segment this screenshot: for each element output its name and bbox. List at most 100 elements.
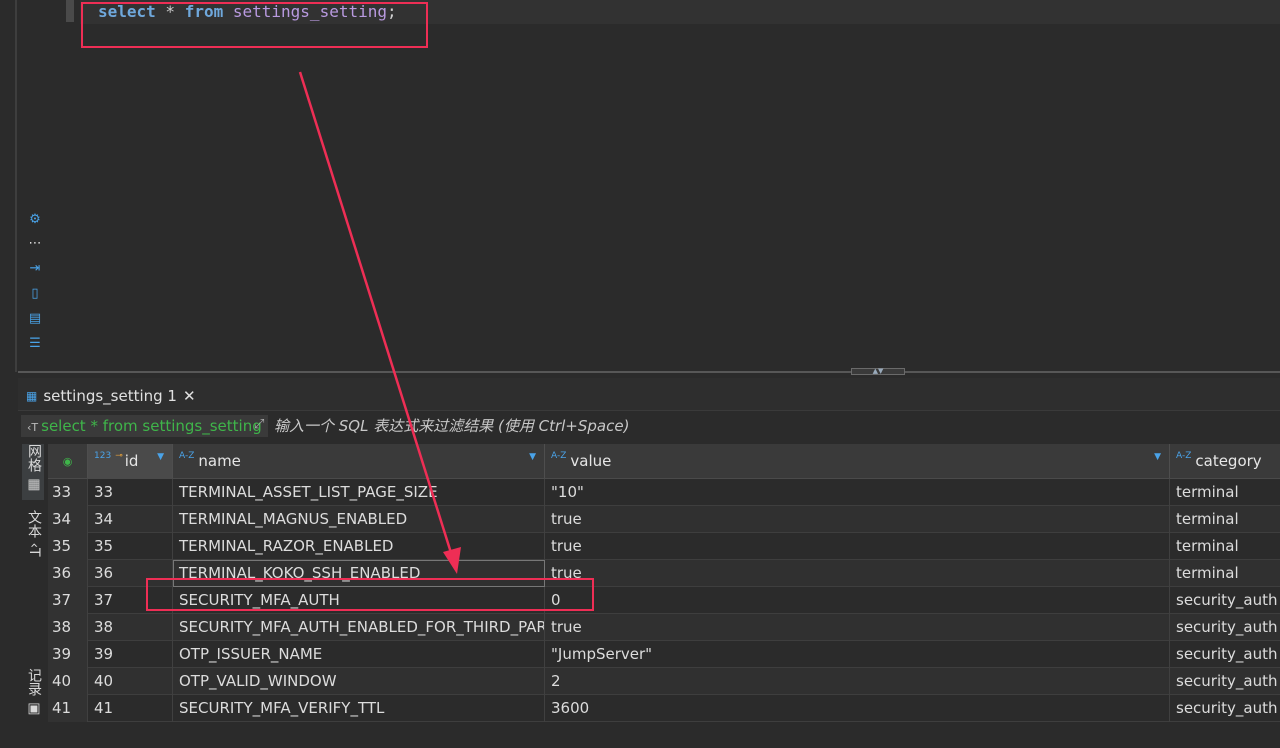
cell-name[interactable]: OTP_ISSUER_NAME	[173, 641, 545, 668]
status-bar	[0, 738, 1280, 748]
column-header-id[interactable]: 123 ⊸ id ▼	[88, 444, 173, 478]
table-row[interactable]: 34 34 TERMINAL_MAGNUS_ENABLED true terminal	[48, 506, 1280, 533]
row-number[interactable]: 34	[48, 506, 88, 533]
text-type-icon: A-Z	[1176, 451, 1192, 461]
cell-category[interactable]: security_auth	[1170, 587, 1280, 614]
table-row[interactable]: 40 40 OTP_VALID_WINDOW 2 security_auth	[48, 668, 1280, 695]
cell-id[interactable]: 35	[88, 533, 173, 560]
explain-icon[interactable]: ▯	[26, 286, 44, 302]
row-number[interactable]: 40	[48, 668, 88, 695]
panel-splitter[interactable]	[18, 371, 1280, 373]
cell-category[interactable]: terminal	[1170, 479, 1280, 506]
cell-category[interactable]: security_auth	[1170, 641, 1280, 668]
cell-name[interactable]: TERMINAL_MAGNUS_ENABLED	[173, 506, 545, 533]
cell-id[interactable]: 34	[88, 506, 173, 533]
filter-bar: ‹T select * from settings_setting ⤢ 输入一个 …	[18, 412, 1280, 440]
results-panel: ▦ settings_setting 1 ✕ ‹T select * from s…	[18, 378, 1280, 748]
column-header-category[interactable]: A-Z category	[1170, 444, 1280, 478]
cell-value[interactable]: true	[545, 560, 1170, 587]
cell-name[interactable]: SECURITY_MFA_AUTH_ENABLED_FOR_THIRD_PART…	[173, 614, 545, 641]
sql-editor[interactable]	[50, 0, 1280, 372]
more-icon[interactable]: ⋯	[26, 236, 44, 252]
results-tabbar: ▦ settings_setting 1 ✕	[18, 378, 1280, 411]
cell-category[interactable]: security_auth	[1170, 668, 1280, 695]
sql-icon: ‹T	[27, 421, 39, 434]
cell-name[interactable]: TERMINAL_ASSET_LIST_PAGE_SIZE	[173, 479, 545, 506]
cell-value[interactable]: 2	[545, 668, 1170, 695]
annotation-box-query	[81, 2, 428, 48]
cell-id[interactable]: 40	[88, 668, 173, 695]
filter-input[interactable]: 输入一个 SQL 表达式来过滤结果 (使用 Ctrl+Space)	[274, 415, 629, 437]
cell-value[interactable]: true	[545, 506, 1170, 533]
cell-id[interactable]: 39	[88, 641, 173, 668]
splitter-grip-icon[interactable]: ▲▼	[851, 368, 905, 375]
sort-icon[interactable]: ▼	[1154, 452, 1161, 462]
tab-text-label: 文本	[26, 510, 42, 538]
text-type-icon: A-Z	[179, 451, 195, 461]
cell-value[interactable]: true	[545, 533, 1170, 560]
table-row[interactable]: 38 38 SECURITY_MFA_AUTH_ENABLED_FOR_THIRD_…	[48, 614, 1280, 641]
cell-category[interactable]: terminal	[1170, 533, 1280, 560]
tab-label: settings_setting 1	[43, 387, 177, 405]
grid-header: ◉ 123 ⊸ id ▼ A-Z name ▼ A-Z value ▼ A-Z category	[48, 444, 1280, 479]
cell-value[interactable]: true	[545, 614, 1170, 641]
editor-scroll-marker	[66, 0, 74, 22]
text-type-icon: A-Z	[551, 451, 567, 461]
view-mode-tabs: 网格 ▦ 文本 ‹T 记录 ▣	[18, 444, 48, 748]
table-row[interactable]: 33 33 TERMINAL_ASSET_LIST_PAGE_SIZE "10" ter…	[48, 479, 1280, 506]
expand-icon[interactable]: ⤢	[254, 418, 268, 432]
cell-name[interactable]: SECURITY_MFA_VERIFY_TTL	[173, 695, 545, 722]
settings-icon[interactable]: ⚙	[26, 212, 44, 228]
row-number[interactable]: 35	[48, 533, 88, 560]
row-number[interactable]: 37	[48, 587, 88, 614]
key-icon: ⊸	[115, 451, 123, 461]
row-number[interactable]: 33	[48, 479, 88, 506]
close-icon[interactable]: ✕	[183, 387, 196, 405]
column-id-label: id	[124, 452, 139, 470]
sort-icon[interactable]: ▼	[529, 452, 536, 462]
column-value-label: value	[570, 452, 612, 470]
cell-value[interactable]: "10"	[545, 479, 1170, 506]
filter-query-chip[interactable]: ‹T select * from settings_setting	[21, 415, 268, 437]
execute-icon[interactable]: ⇥	[26, 261, 44, 277]
annotation-box-row	[146, 578, 594, 611]
table-row[interactable]: 41 41 SECURITY_MFA_VERIFY_TTL 3600 security_…	[48, 695, 1280, 722]
column-category-label: category	[1195, 452, 1262, 470]
table-icon: ▦	[26, 389, 38, 403]
cell-name[interactable]: TERMINAL_RAZOR_ENABLED	[173, 533, 545, 560]
tab-records-label: 记录	[26, 668, 42, 696]
row-number[interactable]: 41	[48, 695, 88, 722]
column-header-value[interactable]: A-Z value ▼	[545, 444, 1170, 478]
cell-name[interactable]: OTP_VALID_WINDOW	[173, 668, 545, 695]
select-all-icon[interactable]: ◉	[48, 444, 88, 478]
tab-records[interactable]: 记录 ▣	[22, 668, 44, 724]
cell-id[interactable]: 33	[88, 479, 173, 506]
filter-query-text: select * from settings_setting	[41, 417, 262, 435]
column-header-name[interactable]: A-Z name ▼	[173, 444, 545, 478]
table-row[interactable]: 39 39 OTP_ISSUER_NAME "JumpServer" security_…	[48, 641, 1280, 668]
column-name-label: name	[198, 452, 241, 470]
table-row[interactable]: 35 35 TERMINAL_RAZOR_ENABLED true terminal	[48, 533, 1280, 560]
row-number[interactable]: 36	[48, 560, 88, 587]
cell-id[interactable]: 41	[88, 695, 173, 722]
row-number[interactable]: 39	[48, 641, 88, 668]
export-icon[interactable]: ▤	[26, 311, 44, 327]
tab-settings-setting[interactable]: ▦ settings_setting 1 ✕	[18, 382, 204, 410]
cell-category[interactable]: terminal	[1170, 560, 1280, 587]
cell-category[interactable]: security_auth	[1170, 614, 1280, 641]
numeric-type-icon: 123	[94, 451, 112, 461]
editor-gutter: ⚙ ⋯ ⇥ ▯ ▤ ☰	[0, 0, 50, 372]
cell-category[interactable]: security_auth	[1170, 695, 1280, 722]
tab-grid-label: 网格	[26, 444, 42, 472]
cell-category[interactable]: terminal	[1170, 506, 1280, 533]
outline-icon[interactable]: ☰	[26, 336, 44, 352]
gutter-divider	[15, 0, 17, 372]
cell-value[interactable]: "JumpServer"	[545, 641, 1170, 668]
tab-text[interactable]: 文本 ‹T	[22, 510, 44, 566]
sort-icon[interactable]: ▼	[157, 452, 164, 462]
cell-id[interactable]: 38	[88, 614, 173, 641]
cell-value[interactable]: 0	[545, 587, 1170, 614]
cell-value[interactable]: 3600	[545, 695, 1170, 722]
row-number[interactable]: 38	[48, 614, 88, 641]
tab-grid[interactable]: 网格 ▦	[22, 444, 44, 500]
